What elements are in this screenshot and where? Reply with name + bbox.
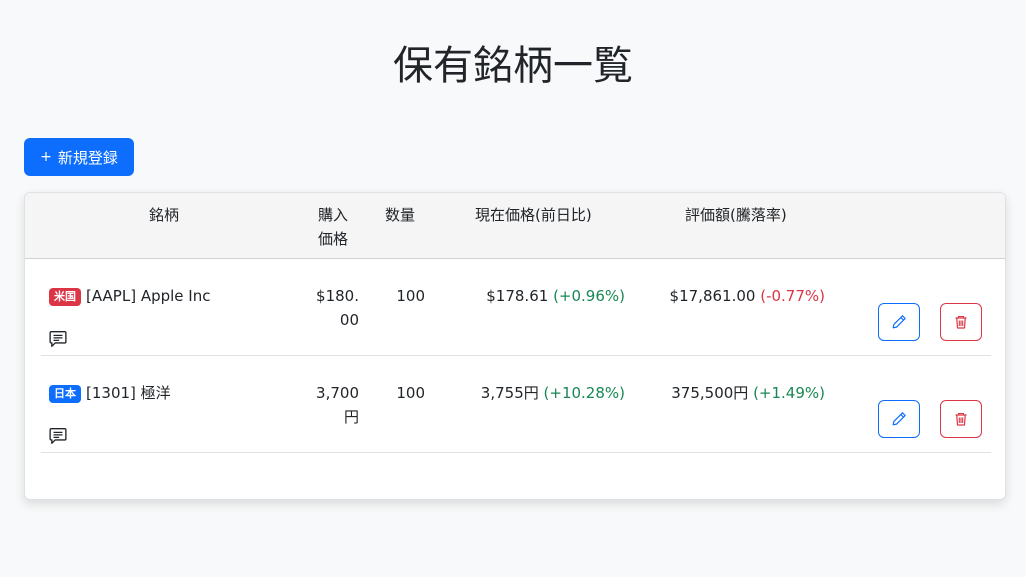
valuation-cell: 375,500円 (+1.49%): [625, 381, 825, 405]
new-register-label: 新規登録: [57, 148, 118, 167]
buy-price: 3,700円: [316, 384, 359, 426]
stock-name: [AAPL] Apple Inc: [86, 287, 211, 305]
header-quantity: 数量: [385, 206, 416, 224]
trash-icon: [955, 315, 967, 329]
quantity: 100: [396, 287, 425, 305]
header-buy-price: 購入価格: [318, 206, 349, 248]
stock-name-cell: 米国 [AAPL] Apple Inc: [49, 284, 210, 308]
delete-button[interactable]: [940, 303, 982, 341]
table-row: 米国 [AAPL] Apple Inc $180.00 100 $178.61 (…: [41, 258, 991, 356]
market-badge: 日本: [49, 385, 81, 403]
edit-button[interactable]: [878, 400, 920, 438]
current-price-change: (+0.96%): [553, 287, 625, 305]
current-price-cell: $178.61 (+0.96%): [441, 284, 625, 308]
valuation: $17,861.00: [669, 287, 756, 305]
header-valuation: 評価額(騰落率): [685, 206, 787, 224]
market-badge: 米国: [49, 288, 81, 306]
edit-button[interactable]: [878, 303, 920, 341]
delete-button[interactable]: [940, 400, 982, 438]
current-price-cell: 3,755円 (+10.28%): [441, 381, 625, 405]
buy-price: $180.00: [316, 287, 359, 329]
current-price: $178.61: [486, 287, 549, 305]
stock-name: [1301] 極洋: [86, 384, 171, 402]
memo-icon[interactable]: [49, 330, 67, 348]
valuation-change: (-0.77%): [760, 287, 825, 305]
table-row: 日本 [1301] 極洋 3,700円 100 3,755円 (+10.28%) …: [41, 355, 991, 453]
pencil-icon: [892, 315, 906, 329]
pencil-icon: [892, 412, 906, 426]
valuation-cell: $17,861.00 (-0.77%): [625, 284, 825, 308]
page-title: 保有銘柄一覧: [393, 43, 633, 89]
valuation: 375,500円: [671, 384, 749, 402]
trash-icon: [955, 412, 967, 426]
stock-name-cell: 日本 [1301] 極洋: [49, 381, 171, 405]
quantity: 100: [396, 384, 425, 402]
header-current-price: 現在価格(前日比): [475, 206, 592, 224]
page: 保有銘柄一覧 + 新規登録 銘柄 購入価格 数量 現在価格(前日比) 評価額(騰…: [0, 0, 1026, 577]
current-price-change: (+10.28%): [543, 384, 625, 402]
holdings-table-card: 銘柄 購入価格 数量 現在価格(前日比) 評価額(騰落率) 米国 [AAPL] A…: [24, 192, 1006, 500]
new-register-button[interactable]: + 新規登録: [24, 138, 134, 176]
valuation-change: (+1.49%): [753, 384, 825, 402]
plus-icon: +: [40, 149, 52, 165]
current-price: 3,755円: [480, 384, 539, 402]
memo-icon[interactable]: [49, 427, 67, 445]
table-header: 銘柄 購入価格 数量 現在価格(前日比) 評価額(騰落率): [25, 193, 1005, 259]
header-name: 銘柄: [149, 206, 180, 224]
